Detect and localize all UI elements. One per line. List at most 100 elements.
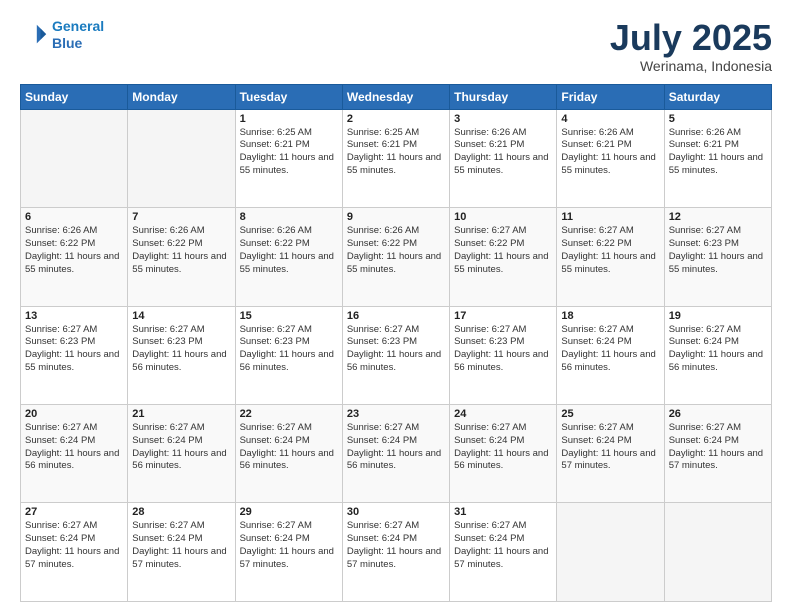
calendar-cell: 1 Sunrise: 6:25 AM Sunset: 6:21 PM Daylig… — [235, 109, 342, 207]
cell-details: Sunrise: 6:26 AM Sunset: 6:22 PM Dayligh… — [25, 225, 123, 276]
day-number: 26 — [669, 408, 767, 420]
calendar-week-row: 6Sunrise: 6:26 AM Sunset: 6:22 PM Daylig… — [21, 208, 772, 306]
column-header-monday: Monday — [128, 84, 235, 109]
day-number: 31 — [454, 506, 552, 518]
calendar-cell: 12 Sunrise: 6:27 AM Sunset: 6:23 PM Dayli… — [664, 208, 771, 306]
calendar-week-row: 27Sunrise: 6:27 AM Sunset: 6:24 PM Dayli… — [21, 503, 772, 602]
day-number: 25 — [561, 408, 659, 420]
day-number: 1 — [240, 113, 338, 125]
column-header-saturday: Saturday — [664, 84, 771, 109]
calendar-cell: 22 Sunrise: 6:27 AM Sunset: 6:24 PM Dayli… — [235, 405, 342, 503]
cell-details: Sunrise: 6:25 AM Sunset: 6:21 PM Dayligh… — [240, 127, 338, 178]
day-number: 24 — [454, 408, 552, 420]
cell-details: Sunrise: 6:27 AM Sunset: 6:24 PM Dayligh… — [454, 520, 552, 571]
column-header-sunday: Sunday — [21, 84, 128, 109]
calendar-cell: 19 Sunrise: 6:27 AM Sunset: 6:24 PM Dayli… — [664, 306, 771, 404]
column-header-tuesday: Tuesday — [235, 84, 342, 109]
calendar-header-row: SundayMondayTuesdayWednesdayThursdayFrid… — [21, 84, 772, 109]
calendar-cell — [557, 503, 664, 602]
cell-details: Sunrise: 6:26 AM Sunset: 6:22 PM Dayligh… — [132, 225, 230, 276]
day-number: 9 — [347, 211, 445, 223]
day-number: 5 — [669, 113, 767, 125]
month-title: July 2025 — [610, 18, 772, 58]
calendar-cell: 18 Sunrise: 6:27 AM Sunset: 6:24 PM Dayli… — [557, 306, 664, 404]
day-number: 28 — [132, 506, 230, 518]
calendar-cell: 4 Sunrise: 6:26 AM Sunset: 6:21 PM Daylig… — [557, 109, 664, 207]
cell-details: Sunrise: 6:26 AM Sunset: 6:21 PM Dayligh… — [561, 127, 659, 178]
day-number: 15 — [240, 310, 338, 322]
calendar-cell: 16Sunrise: 6:27 AM Sunset: 6:23 PM Dayli… — [342, 306, 449, 404]
cell-details: Sunrise: 6:27 AM Sunset: 6:24 PM Dayligh… — [561, 324, 659, 375]
cell-details: Sunrise: 6:27 AM Sunset: 6:24 PM Dayligh… — [347, 422, 445, 473]
calendar-cell: 2 Sunrise: 6:25 AM Sunset: 6:21 PM Daylig… — [342, 109, 449, 207]
cell-details: Sunrise: 6:27 AM Sunset: 6:24 PM Dayligh… — [240, 520, 338, 571]
day-number: 4 — [561, 113, 659, 125]
calendar-cell: 17Sunrise: 6:27 AM Sunset: 6:23 PM Dayli… — [450, 306, 557, 404]
calendar-cell: 28 Sunrise: 6:27 AM Sunset: 6:24 PM Dayli… — [128, 503, 235, 602]
calendar-cell: 11 Sunrise: 6:27 AM Sunset: 6:22 PM Dayli… — [557, 208, 664, 306]
day-number: 18 — [561, 310, 659, 322]
cell-details: Sunrise: 6:27 AM Sunset: 6:22 PM Dayligh… — [561, 225, 659, 276]
day-number: 20 — [25, 408, 123, 420]
calendar-cell: 29 Sunrise: 6:27 AM Sunset: 6:24 PM Dayli… — [235, 503, 342, 602]
logo: General Blue — [20, 18, 104, 52]
cell-details: Sunrise: 6:27 AM Sunset: 6:23 PM Dayligh… — [132, 324, 230, 375]
day-number: 30 — [347, 506, 445, 518]
day-number: 7 — [132, 211, 230, 223]
calendar-cell: 20 Sunrise: 6:27 AM Sunset: 6:24 PM Dayli… — [21, 405, 128, 503]
calendar-cell: 6Sunrise: 6:26 AM Sunset: 6:22 PM Daylig… — [21, 208, 128, 306]
day-number: 29 — [240, 506, 338, 518]
cell-details: Sunrise: 6:27 AM Sunset: 6:24 PM Dayligh… — [454, 422, 552, 473]
calendar-cell: 10 Sunrise: 6:27 AM Sunset: 6:22 PM Dayli… — [450, 208, 557, 306]
calendar-cell: 8 Sunrise: 6:26 AM Sunset: 6:22 PM Daylig… — [235, 208, 342, 306]
day-number: 12 — [669, 211, 767, 223]
title-section: July 2025 Werinama, Indonesia — [610, 18, 772, 74]
calendar-cell — [21, 109, 128, 207]
calendar-cell: 31 Sunrise: 6:27 AM Sunset: 6:24 PM Dayli… — [450, 503, 557, 602]
logo-icon — [20, 21, 48, 49]
calendar-cell: 30Sunrise: 6:27 AM Sunset: 6:24 PM Dayli… — [342, 503, 449, 602]
day-number: 13 — [25, 310, 123, 322]
cell-details: Sunrise: 6:27 AM Sunset: 6:24 PM Dayligh… — [25, 422, 123, 473]
calendar-cell: 23 Sunrise: 6:27 AM Sunset: 6:24 PM Dayli… — [342, 405, 449, 503]
calendar-cell: 5Sunrise: 6:26 AM Sunset: 6:21 PM Daylig… — [664, 109, 771, 207]
cell-details: Sunrise: 6:26 AM Sunset: 6:22 PM Dayligh… — [240, 225, 338, 276]
cell-details: Sunrise: 6:27 AM Sunset: 6:24 PM Dayligh… — [25, 520, 123, 571]
day-number: 2 — [347, 113, 445, 125]
logo-text: General Blue — [52, 18, 104, 52]
cell-details: Sunrise: 6:27 AM Sunset: 6:23 PM Dayligh… — [25, 324, 123, 375]
cell-details: Sunrise: 6:27 AM Sunset: 6:23 PM Dayligh… — [669, 225, 767, 276]
cell-details: Sunrise: 6:27 AM Sunset: 6:24 PM Dayligh… — [240, 422, 338, 473]
calendar-cell: 24 Sunrise: 6:27 AM Sunset: 6:24 PM Dayli… — [450, 405, 557, 503]
day-number: 17 — [454, 310, 552, 322]
column-header-thursday: Thursday — [450, 84, 557, 109]
cell-details: Sunrise: 6:27 AM Sunset: 6:24 PM Dayligh… — [132, 520, 230, 571]
day-number: 10 — [454, 211, 552, 223]
cell-details: Sunrise: 6:27 AM Sunset: 6:23 PM Dayligh… — [240, 324, 338, 375]
day-number: 22 — [240, 408, 338, 420]
calendar-week-row: 20 Sunrise: 6:27 AM Sunset: 6:24 PM Dayli… — [21, 405, 772, 503]
calendar-cell: 27Sunrise: 6:27 AM Sunset: 6:24 PM Dayli… — [21, 503, 128, 602]
cell-details: Sunrise: 6:27 AM Sunset: 6:24 PM Dayligh… — [669, 324, 767, 375]
cell-details: Sunrise: 6:27 AM Sunset: 6:22 PM Dayligh… — [454, 225, 552, 276]
day-number: 21 — [132, 408, 230, 420]
day-number: 19 — [669, 310, 767, 322]
column-header-friday: Friday — [557, 84, 664, 109]
calendar-cell: 15 Sunrise: 6:27 AM Sunset: 6:23 PM Dayli… — [235, 306, 342, 404]
header: General Blue July 2025 Werinama, Indones… — [20, 18, 772, 74]
cell-details: Sunrise: 6:26 AM Sunset: 6:22 PM Dayligh… — [347, 225, 445, 276]
cell-details: Sunrise: 6:25 AM Sunset: 6:21 PM Dayligh… — [347, 127, 445, 178]
page: General Blue July 2025 Werinama, Indones… — [0, 0, 792, 612]
day-number: 11 — [561, 211, 659, 223]
cell-details: Sunrise: 6:27 AM Sunset: 6:24 PM Dayligh… — [561, 422, 659, 473]
cell-details: Sunrise: 6:26 AM Sunset: 6:21 PM Dayligh… — [454, 127, 552, 178]
day-number: 16 — [347, 310, 445, 322]
calendar-cell: 26Sunrise: 6:27 AM Sunset: 6:24 PM Dayli… — [664, 405, 771, 503]
day-number: 8 — [240, 211, 338, 223]
location: Werinama, Indonesia — [610, 58, 772, 74]
day-number: 14 — [132, 310, 230, 322]
calendar-cell: 3Sunrise: 6:26 AM Sunset: 6:21 PM Daylig… — [450, 109, 557, 207]
calendar-cell: 9 Sunrise: 6:26 AM Sunset: 6:22 PM Daylig… — [342, 208, 449, 306]
calendar-week-row: 13 Sunrise: 6:27 AM Sunset: 6:23 PM Dayli… — [21, 306, 772, 404]
day-number: 23 — [347, 408, 445, 420]
